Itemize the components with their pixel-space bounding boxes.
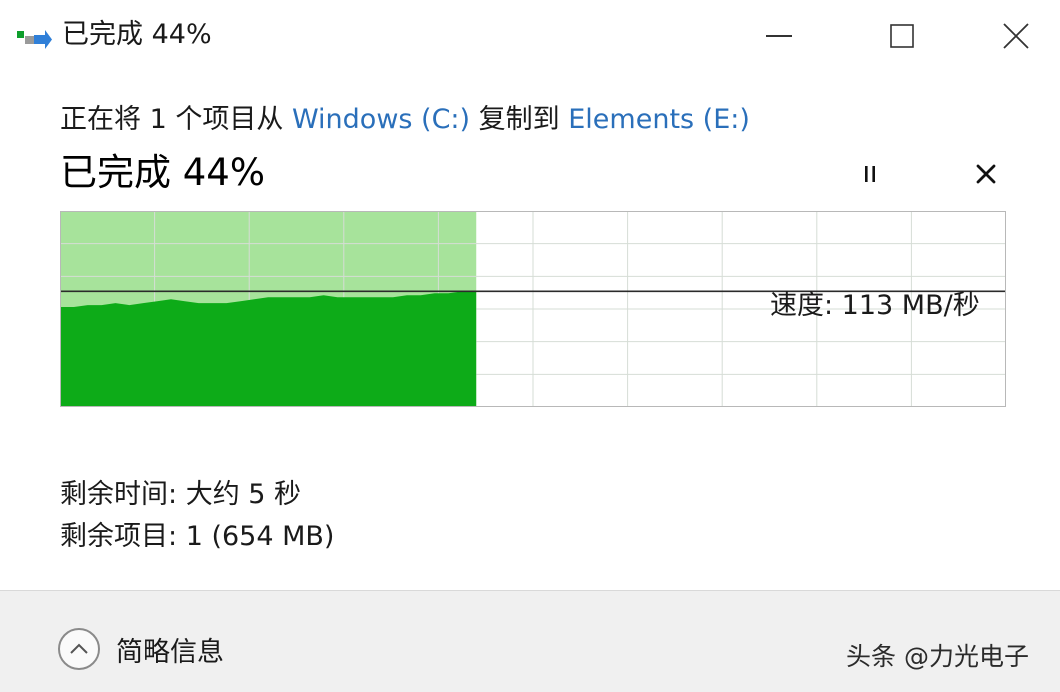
minimize-button[interactable] [755, 14, 803, 58]
time-remaining-label: 剩余时间: [60, 479, 178, 510]
window-title: 已完成 44% [62, 19, 212, 50]
close-window-button[interactable] [992, 14, 1040, 58]
cancel-button[interactable] [966, 158, 1006, 190]
maximize-button[interactable] [878, 14, 926, 58]
fewer-details-label: 简略信息 [116, 636, 224, 668]
speed-label: 速度: 113 MB/秒 [770, 290, 980, 321]
description-prefix: 正在将 1 个项目从 [60, 104, 284, 135]
close-icon [1003, 23, 1029, 49]
maximize-icon [890, 24, 914, 48]
time-remaining-value: 大约 5 秒 [185, 479, 302, 510]
items-remaining: 剩余项目: 1 (654 MB) [60, 517, 334, 557]
time-remaining: 剩余时间: 大约 5 秒 [60, 475, 301, 515]
watermark: 头条 @力光电子 [846, 642, 1029, 671]
footer: 简略信息 头条 @力光电子 [0, 591, 1060, 692]
description-middle: 复制到 [478, 104, 560, 135]
speed-history-area [60, 291, 477, 407]
destination-link[interactable]: Elements (E:) [568, 104, 750, 135]
copy-progress-panel: 正在将 1 个项目从 Windows (C:) 复制到 Elements (E:… [0, 72, 1060, 590]
toggle-circle [58, 628, 100, 670]
pause-button[interactable] [850, 158, 890, 190]
cancel-icon [976, 164, 996, 184]
pause-icon [865, 166, 875, 182]
items-remaining-label: 剩余项目: [60, 521, 178, 552]
source-link[interactable]: Windows (C:) [292, 104, 470, 135]
minimize-icon [766, 35, 792, 37]
fewer-details-button[interactable]: 简略信息 [58, 626, 224, 672]
title-bar: 已完成 44% [0, 0, 1060, 72]
progress-status: 已完成 44% [60, 151, 265, 194]
items-remaining-value: 1 (654 MB) [185, 521, 335, 552]
chevron-up-icon [70, 643, 88, 654]
copy-description: 正在将 1 个项目从 Windows (C:) 复制到 Elements (E:… [60, 100, 750, 140]
file-copy-icon [17, 30, 52, 49]
